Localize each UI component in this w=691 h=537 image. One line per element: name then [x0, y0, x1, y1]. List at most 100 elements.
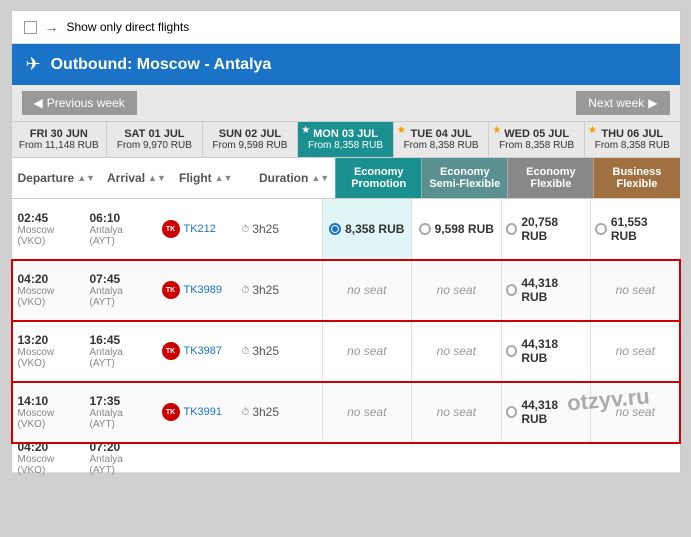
dep-time: 04:20 [18, 440, 78, 454]
flights-table: 02:45 Moscow (VKO) 06:10 Antalya (AYT) T… [12, 199, 680, 473]
dep-place: Moscow (VKO) [18, 286, 78, 308]
flight-cell: TK TK212 [156, 216, 236, 242]
table-row: 14:10 Moscow (VKO) 17:35 Antalya (AYT) T… [12, 382, 680, 443]
prev-week-button[interactable]: ◀ Previous week [22, 91, 137, 115]
flight-link[interactable]: TK3989 [184, 284, 223, 296]
dep-place: Moscow (VKO) [18, 454, 78, 476]
flight-cell: TK TK3987 [156, 338, 236, 364]
arr-time: 07:20 [90, 440, 150, 454]
date-cell-5[interactable]: ★ WED 05 JUL From 8,358 RUB [489, 122, 585, 157]
duration-col-header[interactable]: Duration ▲▼ [253, 158, 335, 198]
star-icon: ★ [301, 125, 310, 136]
date-cell-6[interactable]: ★ THU 06 JUL From 8,358 RUB [585, 122, 680, 157]
next-week-label: Next week [588, 96, 644, 110]
fare-price: 9,598 RUB [435, 222, 494, 236]
duration-sort-icon: ▲▼ [311, 173, 329, 183]
dep-cell: 04:20 Moscow (VKO) [12, 436, 84, 480]
radio-btn[interactable] [506, 223, 518, 235]
no-seat-label: no seat [616, 344, 655, 358]
fare-cell-2[interactable]: 44,318 RUB [501, 260, 591, 320]
fare-cell-2[interactable]: 20,758 RUB [501, 199, 591, 259]
flight-info: 02:45 Moscow (VKO) 06:10 Antalya (AYT) T… [12, 199, 322, 259]
arr-time: 17:35 [90, 394, 150, 408]
fare-price: 44,318 RUB [521, 337, 586, 365]
clock-icon: ⏱ [242, 224, 250, 235]
fare-col-header-3: Business Flexible [593, 158, 679, 198]
date-row: FRI 30 JUN From 11,148 RUB SAT 01 JUL Fr… [12, 122, 680, 158]
fare-cell-0: no seat [322, 382, 412, 442]
star-icon: ★ [492, 125, 501, 136]
duration-value: 3h25 [252, 222, 279, 236]
day-name: WED 05 JUL [493, 128, 580, 140]
no-seat-label: no seat [616, 405, 655, 419]
day-price: From 8,358 RUB [589, 140, 676, 151]
route-title: Outbound: Moscow - Antalya [51, 56, 272, 74]
dep-time: 14:10 [18, 394, 78, 408]
date-cell-2[interactable]: SUN 02 JUL From 9,598 RUB [203, 122, 299, 157]
day-price: From 9,598 RUB [207, 140, 294, 151]
fare-cell-3[interactable]: 61,553 RUB [590, 199, 680, 259]
fare-cell-0[interactable]: 8,358 RUB [322, 199, 412, 259]
radio-btn[interactable] [595, 223, 607, 235]
flight-info: 04:20 Moscow (VKO) 07:45 Antalya (AYT) T… [12, 260, 322, 320]
departure-sort-icon: ▲▼ [77, 173, 95, 183]
star-icon: ★ [588, 125, 597, 136]
flight-cell: TK TK3989 [156, 277, 236, 303]
arr-cell: 07:45 Antalya (AYT) [84, 268, 156, 312]
airline-logo: TK [162, 281, 180, 299]
day-price: From 8,358 RUB [398, 140, 485, 151]
no-seat-label: no seat [437, 283, 476, 297]
fare-cell-3: no seat [590, 382, 680, 442]
radio-btn[interactable] [506, 284, 518, 296]
flight-sort-icon: ▲▼ [215, 173, 233, 183]
prev-arrow-icon: ◀ [34, 96, 43, 110]
arr-cell: 17:35 Antalya (AYT) [84, 390, 156, 434]
date-cell-4[interactable]: ★ TUE 04 JUL From 8,358 RUB [394, 122, 490, 157]
radio-btn[interactable] [506, 345, 518, 357]
date-cell-3[interactable]: ★ MON 03 JUL From 8,358 RUB [298, 122, 394, 157]
dep-cell: 13:20 Moscow (VKO) [12, 329, 84, 373]
arrival-col-header[interactable]: Arrival ▲▼ [101, 158, 173, 198]
fare-cell-2[interactable]: 44,318 RUB [501, 321, 591, 381]
day-price: From 8,358 RUB [302, 140, 389, 151]
top-bar: → Show only direct flights [12, 11, 680, 44]
dep-cell: 02:45 Moscow (VKO) [12, 207, 84, 251]
fare-cell-3: no seat [590, 260, 680, 320]
star-icon: ★ [397, 125, 406, 136]
flight-link[interactable]: TK212 [184, 223, 216, 235]
arr-time: 06:10 [90, 211, 150, 225]
radio-btn[interactable] [419, 223, 431, 235]
direct-flights-checkbox[interactable] [24, 21, 37, 34]
table-row: 04:20 Moscow (VKO) 07:20 Antalya (AYT) [12, 443, 680, 473]
fare-col-header-1: Economy Semi-Flexible [421, 158, 507, 198]
dep-place: Moscow (VKO) [18, 347, 78, 369]
date-cell-0[interactable]: FRI 30 JUN From 11,148 RUB [12, 122, 108, 157]
flight-cell: TK TK3991 [156, 399, 236, 425]
duration-cell: ⏱ 3h25 [236, 401, 306, 423]
next-week-button[interactable]: Next week ▶ [576, 91, 669, 115]
flight-col-header[interactable]: Flight ▲▼ [173, 158, 253, 198]
departure-col-header[interactable]: Departure ▲▼ [12, 158, 102, 198]
fare-price: 44,318 RUB [521, 276, 586, 304]
fare-price: 20,758 RUB [521, 215, 586, 243]
flight-link[interactable]: TK3987 [184, 345, 223, 357]
day-name: SAT 01 JUL [111, 128, 198, 140]
fare-cell-1[interactable]: 9,598 RUB [411, 199, 501, 259]
arr-cell: 07:20 Antalya (AYT) [84, 436, 156, 480]
day-name: MON 03 JUL [302, 128, 389, 140]
date-cell-1[interactable]: SAT 01 JUL From 9,970 RUB [107, 122, 203, 157]
fare-cell-2[interactable]: 44,318 RUB [501, 382, 591, 442]
duration-value: 3h25 [252, 283, 279, 297]
radio-selected[interactable] [329, 223, 341, 235]
arrows-icon: → [45, 19, 59, 35]
clock-icon: ⏱ [242, 346, 250, 357]
arr-cell: 16:45 Antalya (AYT) [84, 329, 156, 373]
flight-link[interactable]: TK3991 [184, 406, 223, 418]
day-name: TUE 04 JUL [398, 128, 485, 140]
radio-btn[interactable] [506, 406, 518, 418]
plane-icon: ✈ [26, 54, 41, 75]
fare-cell-1: no seat [411, 382, 501, 442]
duration-cell: ⏱ 3h25 [236, 279, 306, 301]
next-arrow-icon: ▶ [648, 96, 657, 110]
duration-cell: ⏱ 3h25 [236, 218, 306, 240]
